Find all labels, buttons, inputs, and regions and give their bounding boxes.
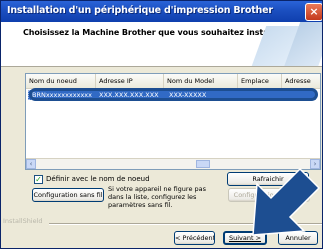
installer-window: Installation d'un périphérique d'impress… (0, 0, 323, 249)
next-arrow-annotation (252, 167, 321, 236)
